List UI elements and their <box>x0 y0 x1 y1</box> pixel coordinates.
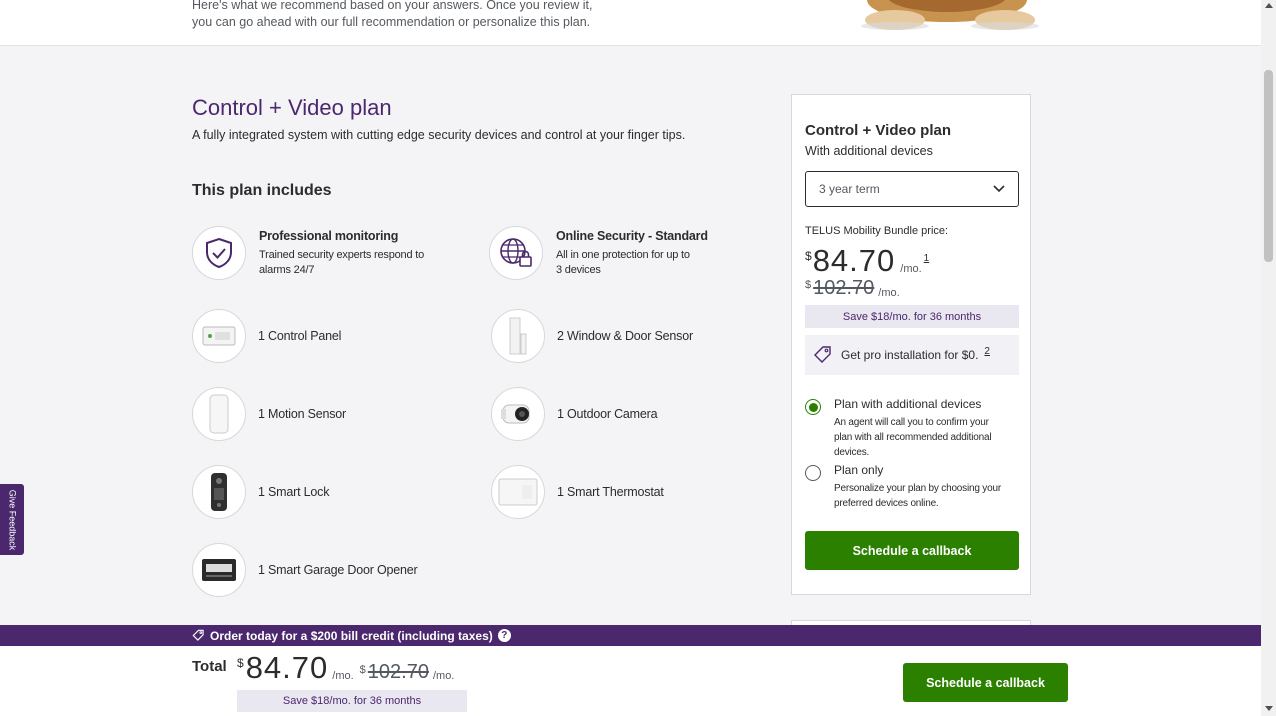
feedback-label: Give Feedback <box>7 489 17 550</box>
plan-summary-card: Control + Video plan With additional dev… <box>791 94 1031 595</box>
device-label: 1 Smart Thermostat <box>557 485 664 499</box>
bill-credit-banner: Order today for a $200 bill credit (incl… <box>0 625 1261 646</box>
radio-unselected[interactable] <box>805 465 821 481</box>
control-panel-icon <box>192 309 246 363</box>
currency-symbol: $ <box>805 279 812 291</box>
footnote-link-2[interactable]: 2 <box>984 346 990 357</box>
total-bar: Total $ 84.70 /mo. $ 102.70 /mo. Save $1… <box>0 646 1261 716</box>
device-label: 2 Window & Door Sensor <box>557 329 693 343</box>
scroll-up-arrow-icon[interactable] <box>1265 3 1273 8</box>
outdoor-camera-icon <box>491 387 545 441</box>
chevron-down-icon <box>993 185 1005 193</box>
option-plan-only[interactable]: Plan only Personalize your plan by choos… <box>805 463 1004 511</box>
old-currency-symbol: $ <box>359 664 366 676</box>
option-label: Plan only <box>834 463 884 477</box>
device-label: 1 Smart Lock <box>258 485 330 499</box>
total-savings-badge: Save $18/mo. for 36 months <box>237 690 467 712</box>
total-price-amount: 84.70 <box>245 650 329 685</box>
intro-section: Here's what we recommend based on your a… <box>0 0 1261 46</box>
plan-title: Control + Video plan <box>192 95 392 120</box>
current-price: $ 84.70 /mo. 1 <box>805 243 929 279</box>
summary-subtitle: With additional devices <box>805 144 933 158</box>
term-select-value: 3 year term <box>819 182 880 196</box>
savings-badge: Save $18/mo. for 36 months <box>805 305 1019 328</box>
feature-professional-monitoring: Professional monitoring Trained security… <box>192 226 454 280</box>
device-control-panel: 1 Control Panel <box>192 309 341 363</box>
price-period: /mo. <box>900 263 922 275</box>
bill-credit-text: Order today for a $200 bill credit (incl… <box>210 628 493 643</box>
device-label: 1 Outdoor Camera <box>557 407 658 421</box>
device-smart-thermostat: 1 Smart Thermostat <box>491 465 664 519</box>
device-label: 1 Smart Garage Door Opener <box>258 563 418 577</box>
device-garage-door-opener: 1 Smart Garage Door Opener <box>192 543 418 597</box>
includes-heading: This plan includes <box>192 182 332 199</box>
give-feedback-tab[interactable]: Give Feedback <box>0 484 24 555</box>
option-description: Personalize your plan by choosing your p… <box>834 483 1001 509</box>
lion-mascot-image <box>861 0 1039 30</box>
intro-text: Here's what we recommend based on your a… <box>192 0 593 29</box>
device-outdoor-camera: 1 Outdoor Camera <box>491 387 658 441</box>
summary-title: Control + Video plan <box>805 122 951 139</box>
garage-opener-icon <box>192 543 246 597</box>
bottom-schedule-callback-button[interactable]: Schedule a callback <box>903 663 1068 702</box>
help-icon[interactable]: ? <box>497 629 511 642</box>
device-smart-lock: 1 Smart Lock <box>192 465 329 519</box>
term-select[interactable]: 3 year term <box>805 171 1019 207</box>
bundle-price-label: TELUS Mobility Bundle price: <box>805 225 949 237</box>
page-scrollbar[interactable] <box>1261 0 1276 716</box>
thermostat-icon <box>491 465 545 519</box>
total-label: Total <box>192 658 227 675</box>
total-price-period: /mo. <box>332 670 354 682</box>
tag-icon <box>192 629 204 641</box>
plan-description: A fully integrated system with cutting e… <box>192 128 686 142</box>
feature-name: Online Security - Standard <box>556 228 708 243</box>
promo-text: Get pro installation for $0. <box>841 348 979 362</box>
option-plan-with-devices[interactable]: Plan with additional devices An agent wi… <box>805 397 1004 460</box>
total-price: $ 84.70 /mo. $ 102.70 /mo. <box>237 650 454 686</box>
globe-lock-icon <box>489 226 543 280</box>
currency-symbol: $ <box>237 656 244 670</box>
tag-icon <box>814 346 831 363</box>
currency-symbol: $ <box>805 249 812 263</box>
schedule-callback-button[interactable]: Schedule a callback <box>805 531 1019 570</box>
device-label: 1 Motion Sensor <box>258 407 347 421</box>
device-motion-sensor: 1 Motion Sensor <box>192 387 346 441</box>
option-label: Plan with additional devices <box>834 397 982 411</box>
price-amount: 84.70 <box>812 243 896 278</box>
feature-description: Trained security experts respond to alar… <box>259 248 425 276</box>
old-price-amount: 102.70 <box>813 277 875 299</box>
scrollbar-thumb[interactable] <box>1264 70 1273 262</box>
feature-online-security: Online Security - Standard All in one pr… <box>489 226 708 280</box>
option-description: An agent will call you to confirm your p… <box>834 417 992 458</box>
feature-name: Professional monitoring <box>259 228 399 243</box>
radio-selected[interactable] <box>805 399 821 415</box>
shield-check-icon <box>192 226 246 280</box>
motion-sensor-icon <box>192 387 246 441</box>
footnote-link-1[interactable]: 1 <box>924 253 930 264</box>
old-price-period: /mo. <box>878 287 900 299</box>
total-old-price: 102.70 <box>367 661 429 683</box>
installation-promo: Get pro installation for $0. 2 <box>805 335 1019 375</box>
feature-description: All in one protection for up to 3 device… <box>556 248 690 276</box>
total-old-period: /mo. <box>432 670 455 682</box>
original-price: $ 102.70 /mo. <box>805 277 900 300</box>
device-window-door-sensor: 2 Window & Door Sensor <box>491 309 693 363</box>
door-sensor-icon <box>491 309 545 363</box>
device-label: 1 Control Panel <box>258 329 342 343</box>
scroll-down-arrow-icon[interactable] <box>1265 706 1273 711</box>
smart-lock-icon <box>192 465 246 519</box>
